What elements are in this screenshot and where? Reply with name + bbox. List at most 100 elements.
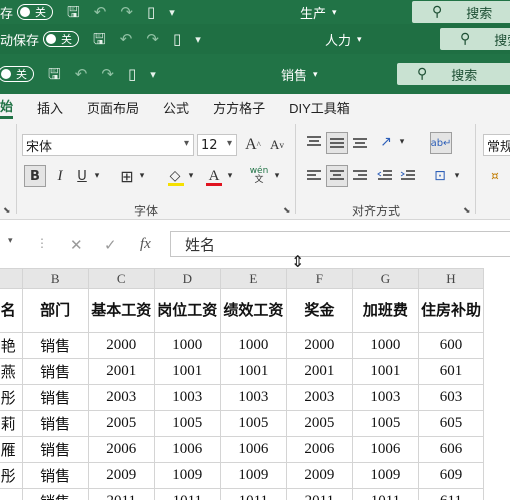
cell[interactable]: 1005 [219, 410, 287, 437]
tab-fangfang[interactable]: 方方格子 [213, 98, 265, 117]
cell[interactable]: 1003 [219, 384, 287, 411]
format-icon[interactable]: ▯ [128, 66, 136, 82]
cell[interactable]: 2003 [87, 384, 155, 411]
cell[interactable]: 609 [417, 462, 485, 489]
cell[interactable]: 1003 [153, 384, 221, 411]
chevron-down-icon[interactable]: ▾ [357, 34, 362, 45]
redo-icon[interactable]: ↷ [120, 4, 133, 20]
cell[interactable]: 2005 [285, 410, 353, 437]
search-box[interactable]: ⚲ 搜索 [397, 63, 510, 85]
cell[interactable]: 艳 [0, 332, 23, 359]
phonetic-button[interactable]: wén 文 [248, 165, 270, 187]
align-top-icon[interactable] [304, 132, 324, 152]
underline-button[interactable]: U [74, 165, 90, 187]
column-header[interactable]: C [87, 268, 155, 289]
tab-page-layout[interactable]: 页面布局 [87, 98, 139, 117]
autosave-toggle[interactable]: 关 [17, 4, 54, 20]
font-launcher-icon[interactable]: ⬊ [283, 206, 291, 216]
number-format-select[interactable]: 常规 [483, 134, 510, 156]
column-header[interactable]: H [417, 268, 485, 289]
cell[interactable]: 2000 [87, 332, 155, 359]
cell[interactable]: 1001 [351, 358, 419, 385]
merge-center-icon[interactable]: ⊡ [430, 165, 450, 187]
search-box[interactable]: ⚲ 搜索 [412, 1, 510, 23]
redo-icon[interactable]: ↷ [146, 31, 159, 47]
cell[interactable]: 1000 [351, 332, 419, 359]
font-size-select[interactable]: 12 ▾ [197, 134, 237, 156]
insert-function-icon[interactable]: fx [140, 236, 151, 253]
cell[interactable]: 1009 [351, 462, 419, 489]
clipboard-launcher-icon[interactable]: ⬊ [3, 206, 11, 216]
cell[interactable]: 彤 [0, 384, 23, 411]
cell[interactable]: 1006 [219, 436, 287, 463]
cell[interactable]: 1001 [219, 358, 287, 385]
cell[interactable]: 莉 [0, 410, 23, 437]
align-center-icon[interactable] [326, 165, 348, 187]
increase-indent-icon[interactable] [398, 165, 418, 187]
format-icon[interactable]: ▯ [173, 31, 181, 47]
save-icon[interactable]: 🖫 [93, 31, 106, 47]
undo-icon[interactable]: ↶ [75, 66, 88, 82]
cell[interactable]: 1000 [219, 332, 287, 359]
cell[interactable]: 1009 [153, 462, 221, 489]
qat-more-icon[interactable]: ▾ [150, 69, 156, 80]
chevron-down-icon[interactable]: ▾ [452, 165, 462, 187]
align-right-icon[interactable] [350, 165, 370, 187]
shrink-font-button[interactable]: Av [266, 134, 288, 156]
cell[interactable]: 1001 [153, 358, 221, 385]
cell[interactable]: 2000 [285, 332, 353, 359]
cell[interactable]: 1006 [351, 436, 419, 463]
name-box-chevron-icon[interactable]: ▾ [8, 236, 13, 246]
cell[interactable]: 销售 [21, 384, 89, 411]
alignment-launcher-icon[interactable]: ⬊ [463, 206, 471, 216]
cell[interactable]: 住房补助 [417, 288, 485, 333]
search-box[interactable]: ⚲ 搜索 [440, 28, 510, 50]
redo-icon[interactable]: ↷ [101, 66, 114, 82]
cell[interactable]: 加班费 [351, 288, 419, 333]
chevron-down-icon[interactable]: ▾ [332, 7, 337, 18]
borders-icon[interactable]: ⊞ [118, 165, 136, 187]
align-middle-icon[interactable] [326, 132, 348, 154]
cell[interactable]: 606 [417, 436, 485, 463]
grow-font-button[interactable]: A ^ [242, 134, 264, 156]
column-header[interactable]: D [153, 268, 221, 289]
font-name-select[interactable]: 宋体 ▾ [22, 134, 194, 156]
cell[interactable]: 603 [417, 384, 485, 411]
italic-button[interactable]: I [52, 165, 68, 187]
cell[interactable]: 605 [417, 410, 485, 437]
chevron-down-icon[interactable]: ▾ [137, 165, 147, 187]
format-icon[interactable]: ▯ [147, 4, 155, 20]
cell[interactable]: 1005 [351, 410, 419, 437]
chevron-down-icon[interactable]: ▾ [92, 165, 102, 187]
cell[interactable]: 2011 [285, 488, 353, 500]
enter-icon[interactable]: ✓ [104, 236, 117, 254]
autosave-toggle[interactable]: 关 [0, 66, 34, 82]
cell[interactable]: 销售 [21, 332, 89, 359]
qat-more-icon[interactable]: ▾ [195, 34, 201, 45]
cell[interactable]: 1006 [153, 436, 221, 463]
drag-handle-icon[interactable]: ⋮ [36, 236, 48, 250]
cell[interactable]: 1005 [153, 410, 221, 437]
save-icon[interactable]: 🖫 [67, 4, 80, 20]
cell[interactable] [0, 488, 23, 500]
column-header[interactable]: G [351, 268, 419, 289]
cancel-icon[interactable]: ✕ [70, 236, 83, 254]
cell[interactable]: 销售 [21, 410, 89, 437]
align-left-icon[interactable] [304, 165, 324, 187]
cell[interactable]: 销售 [21, 462, 89, 489]
cell[interactable]: 销售 [21, 358, 89, 385]
qat-more-icon[interactable]: ▾ [169, 7, 175, 18]
tab-home[interactable]: 始 [0, 96, 14, 119]
cell[interactable]: 岗位工资 [153, 288, 221, 333]
cell[interactable]: 611 [417, 488, 485, 500]
chevron-down-icon[interactable]: ▾ [272, 165, 282, 187]
chevron-down-icon[interactable]: ▾ [225, 165, 235, 187]
cell[interactable]: 2006 [87, 436, 155, 463]
cell[interactable]: 1011 [219, 488, 287, 500]
cell[interactable]: 销售 [21, 488, 89, 500]
cell[interactable]: 2006 [285, 436, 353, 463]
chevron-down-icon[interactable]: ▾ [397, 132, 407, 152]
cell[interactable]: 绩效工资 [219, 288, 287, 333]
undo-icon[interactable]: ↶ [94, 4, 107, 20]
cell[interactable]: 601 [417, 358, 485, 385]
